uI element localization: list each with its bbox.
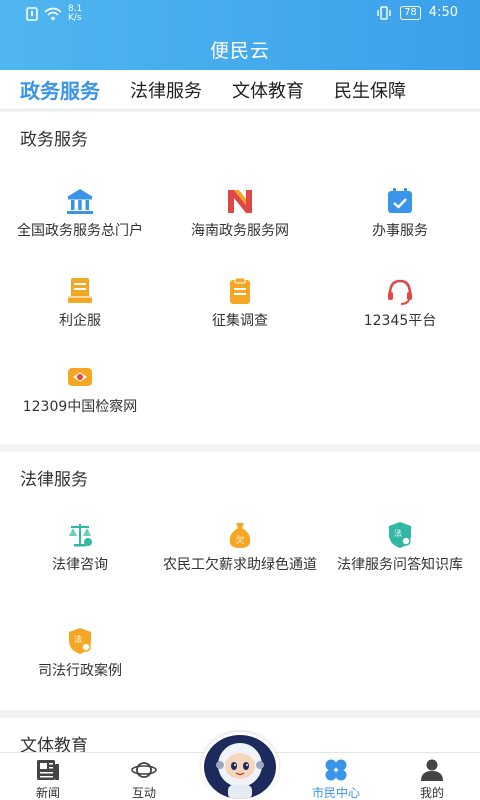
calendar-check-icon — [388, 188, 412, 213]
tab-culture-education[interactable]: 文体教育 — [232, 77, 304, 103]
hainan-n-logo-icon — [228, 190, 252, 213]
service-label: 法律服务问答知识库 — [337, 557, 463, 573]
service-label: 农民工欠薪求助绿色通道 — [163, 557, 317, 573]
service-label: 利企服 — [59, 313, 101, 329]
page-title: 便民云 — [209, 40, 270, 62]
network-speed: 8.1 K/s — [68, 5, 82, 23]
astronaut-mascot-icon — [216, 743, 264, 799]
speed-unit: K/s — [68, 13, 82, 23]
four-petal-icon — [325, 759, 347, 781]
svg-text:欠: 欠 — [235, 534, 244, 546]
status-bar: 8.1 K/s 78 4:50 — [0, 0, 480, 28]
tab-legal-services[interactable]: 法律服务 — [130, 77, 202, 103]
clock: 4:50 — [428, 5, 458, 20]
section-title: 政务服务 — [20, 130, 88, 150]
procuratorate-emblem-icon — [68, 368, 92, 386]
user-icon — [421, 759, 443, 781]
newspaper-icon — [37, 760, 59, 780]
section-government: 政务服务 全国政务服务总门户 海南政务服务网 办事服务 利企服 征集调查 123… — [0, 112, 480, 444]
service-label: 司法行政案例 — [38, 663, 122, 679]
headset-icon — [388, 279, 412, 305]
app-root: 8.1 K/s 78 4:50 便民云 政务服务 法律服务 文体教育 民生保障 … — [0, 0, 480, 800]
service-grid: 全国政务服务总门户 海南政务服务网 办事服务 利企服 征集调查 12345平台 … — [0, 168, 480, 444]
government-building-icon — [67, 189, 93, 214]
wifi-icon — [44, 7, 62, 21]
law-badge-icon: 法 — [69, 628, 91, 654]
law-shield-icon: 法 — [389, 522, 411, 548]
tab-government-services[interactable]: 政务服务 — [20, 75, 100, 104]
service-item[interactable]: 办事服务 — [320, 168, 480, 260]
clipboard-icon — [230, 277, 250, 304]
category-tabs: 政务服务 法律服务 文体教育 民生保障 — [0, 70, 480, 110]
service-item[interactable]: 12345平台 — [320, 260, 480, 352]
status-right: 78 4:50 — [376, 5, 458, 20]
battery-level: 78 — [400, 5, 421, 20]
scales-icon — [69, 524, 92, 547]
service-item[interactable]: 法律咨询 — [0, 508, 160, 618]
service-label: 海南政务服务网 — [191, 223, 289, 239]
sim-icon — [26, 7, 38, 21]
header-bar: 8.1 K/s 78 4:50 便民云 — [0, 0, 480, 70]
planet-icon — [131, 762, 157, 778]
status-left: 8.1 K/s — [26, 5, 82, 23]
service-item[interactable]: 利企服 — [0, 260, 160, 352]
service-label: 征集调查 — [212, 313, 268, 329]
content-scroll[interactable]: 政务服务 全国政务服务总门户 海南政务服务网 办事服务 利企服 征集调查 123… — [0, 112, 480, 752]
service-item[interactable]: 全国政务服务总门户 — [0, 168, 160, 260]
service-label: 12345平台 — [363, 313, 437, 329]
service-label: 法律咨询 — [52, 557, 108, 573]
nav-label: 市民中心 — [311, 786, 360, 800]
nav-label: 互动 — [131, 786, 156, 800]
section-title: 法律服务 — [20, 470, 88, 490]
nav-label: 新闻 — [35, 786, 60, 800]
service-item[interactable]: 法 法律服务问答知识库 — [320, 508, 480, 618]
money-bag-icon: 欠 — [229, 523, 251, 548]
service-item[interactable]: 征集调查 — [160, 260, 320, 352]
service-label: 12309中国检察网 — [22, 399, 138, 415]
astronaut-mascot-button[interactable] — [201, 732, 279, 800]
section-legal: 法律服务 法律咨询 欠 农民工欠薪求助绿色通道 法 法律服务问答知识库 法 司法… — [0, 452, 480, 710]
svg-text:法: 法 — [394, 528, 402, 538]
nav-interaction[interactable]: 互动 — [96, 753, 192, 800]
nav-citizen-center[interactable]: 市民中心 — [288, 753, 384, 800]
service-item[interactable]: 12309中国检察网 — [0, 352, 160, 444]
tab-livelihood[interactable]: 民生保障 — [334, 77, 406, 103]
service-label: 办事服务 — [372, 223, 428, 239]
svg-text:法: 法 — [74, 634, 82, 644]
vibrate-icon — [377, 5, 391, 20]
document-stack-icon — [68, 278, 92, 303]
service-item[interactable]: 法 司法行政案例 — [0, 618, 160, 698]
nav-label: 我的 — [419, 786, 444, 800]
nav-mine[interactable]: 我的 — [384, 753, 480, 800]
service-label: 全国政务服务总门户 — [17, 223, 143, 239]
service-item[interactable]: 欠 农民工欠薪求助绿色通道 — [160, 508, 320, 618]
service-item[interactable]: 海南政务服务网 — [160, 168, 320, 260]
service-grid: 法律咨询 欠 农民工欠薪求助绿色通道 法 法律服务问答知识库 法 司法行政案例 — [0, 508, 480, 698]
nav-news[interactable]: 新闻 — [0, 753, 96, 800]
